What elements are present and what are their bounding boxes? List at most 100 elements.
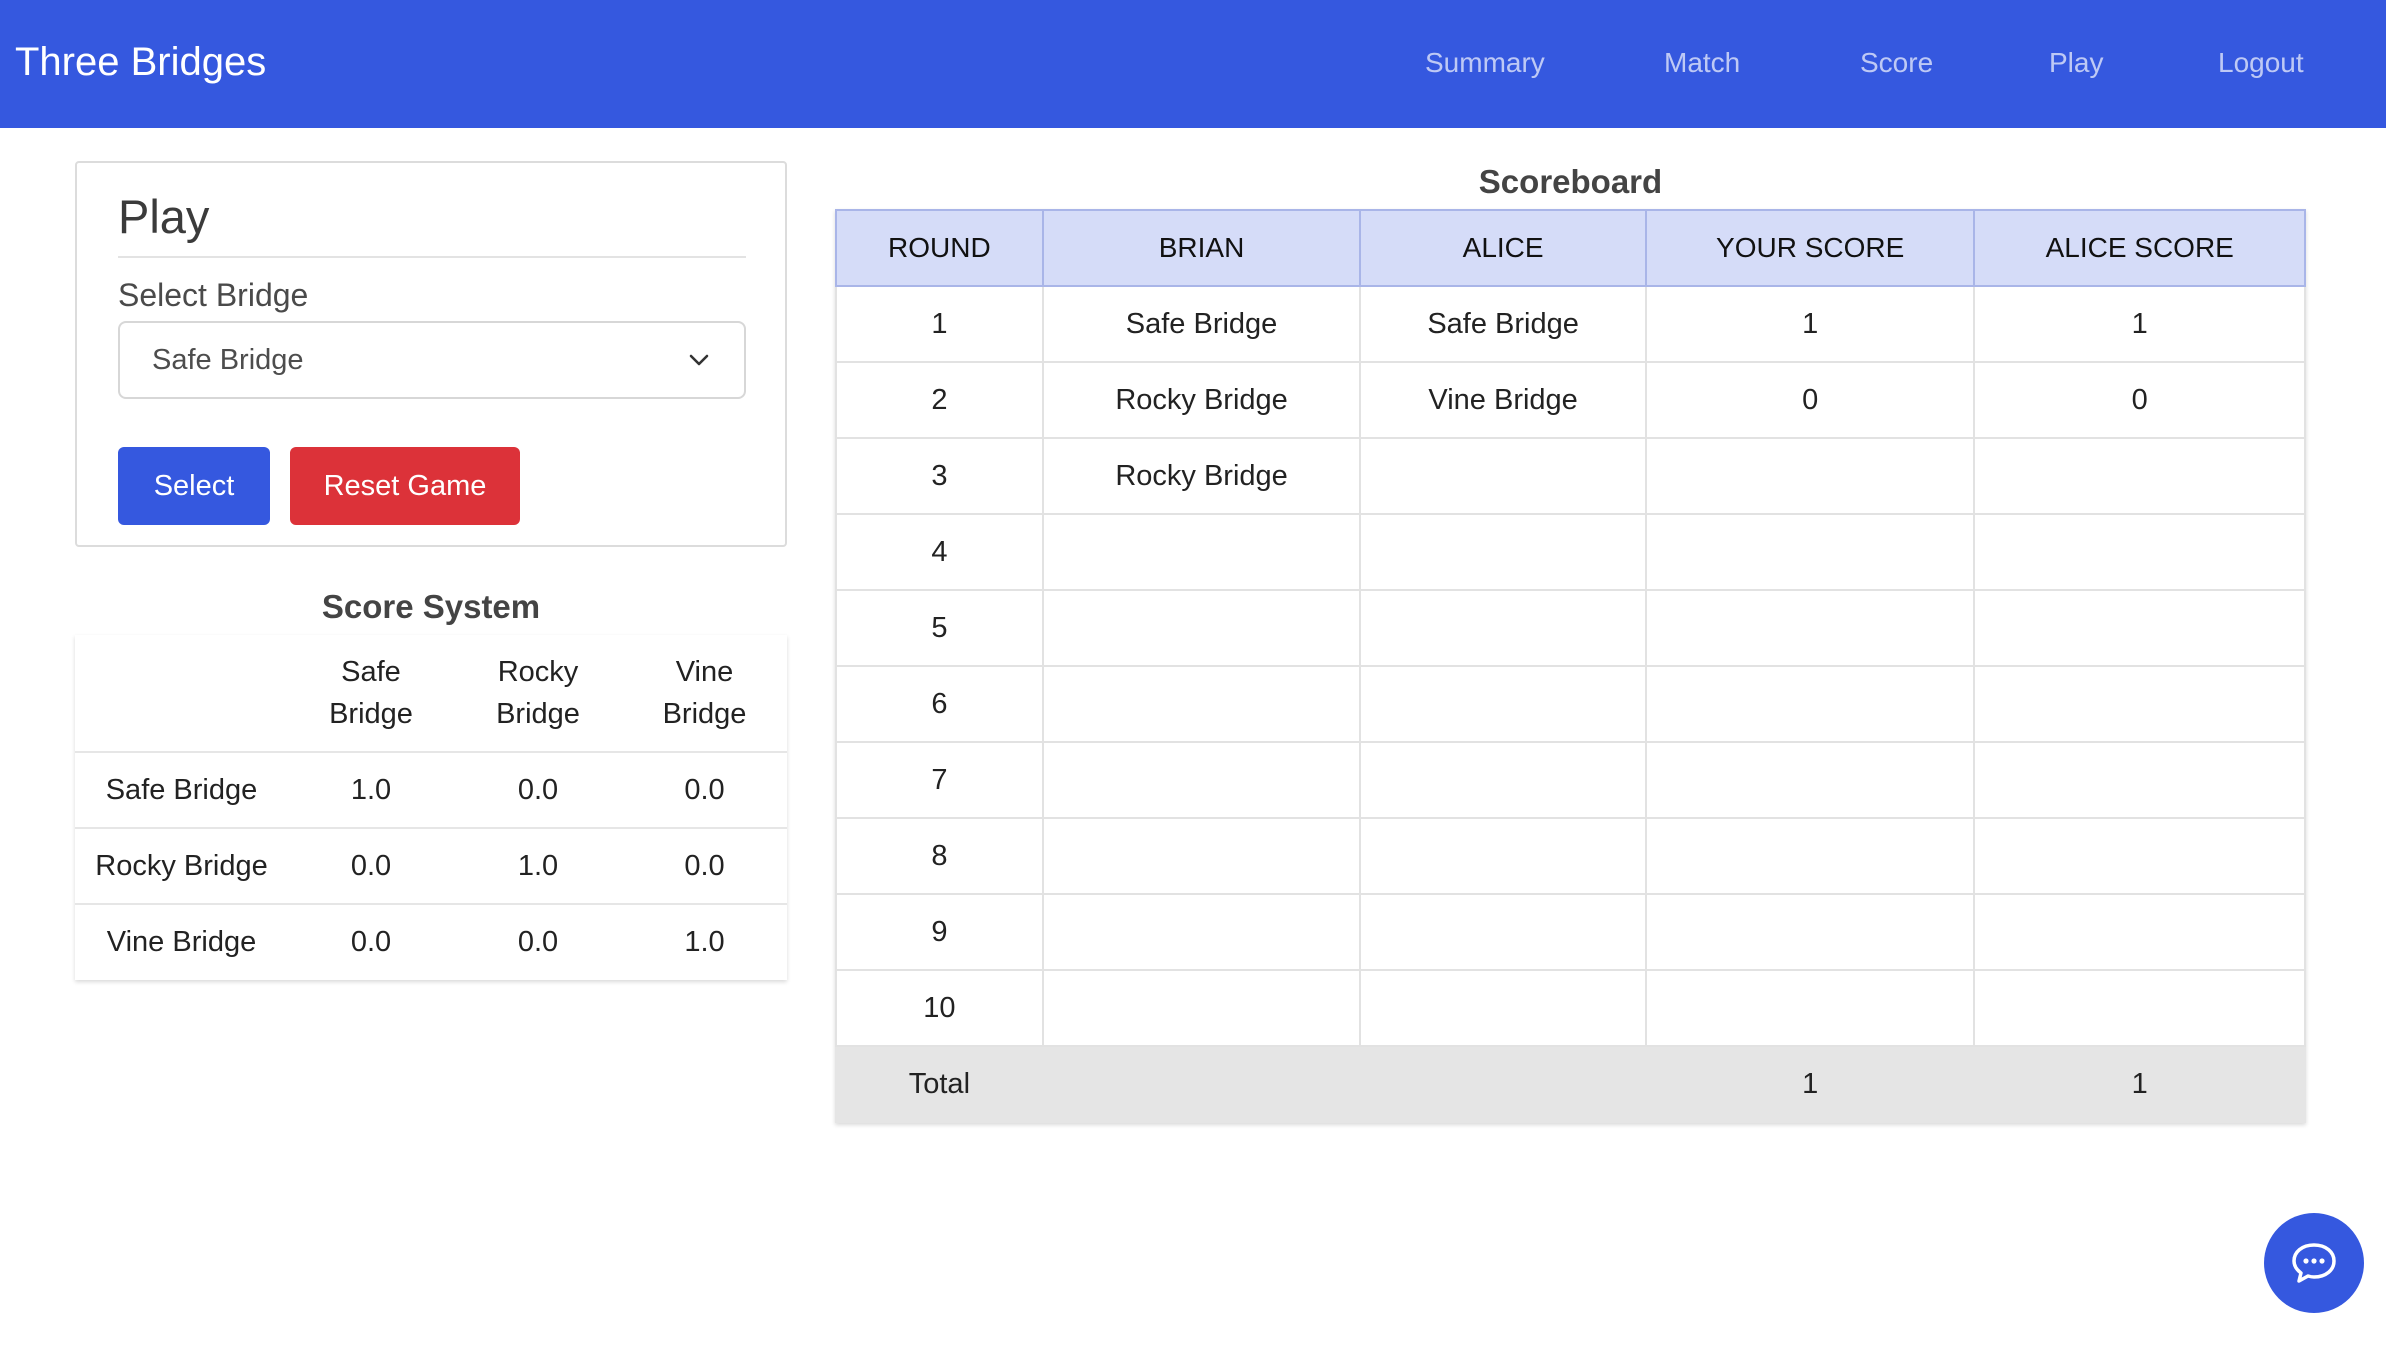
table-row: 3 Rocky Bridge	[835, 437, 2306, 515]
header-alice-score: ALICE SCORE	[1973, 209, 2306, 287]
table-cell: 1	[835, 285, 1044, 363]
table-cell	[1973, 969, 2306, 1047]
table-cell: Safe Bridge	[1359, 285, 1647, 363]
play-card: Play Select Bridge Safe Bridge Select Re…	[75, 161, 787, 547]
table-cell: 0.0	[350, 926, 392, 958]
score-system-title: Score System	[321, 588, 541, 625]
nav-summary[interactable]: Summary	[1425, 38, 1545, 88]
table-cell	[1359, 741, 1647, 819]
table-cell: 2	[835, 361, 1044, 439]
table-row: 5	[835, 589, 2306, 667]
table-cell: Rocky Bridge	[75, 828, 288, 905]
table-cell: Rocky Bridge	[1041, 437, 1362, 515]
chevron-down-icon	[689, 354, 709, 366]
table-row: 4	[835, 513, 2306, 591]
table-cell: 1.0	[684, 926, 725, 958]
bridge-select[interactable]: Safe Bridge	[118, 321, 746, 399]
table-cell: 8	[835, 817, 1044, 895]
table-cell: 5	[835, 589, 1044, 667]
table-cell	[1973, 817, 2306, 895]
table-row: 8	[835, 817, 2306, 895]
table-cell: 1.0	[454, 828, 622, 905]
header-your-score: YOUR SCORE	[1644, 209, 1976, 287]
table-cell: 0.0	[622, 752, 787, 829]
total-alice-score: 1	[1973, 1045, 2306, 1123]
header-cell: Safe Bridge	[288, 635, 454, 753]
header-cell: Vine Bridge	[622, 635, 787, 753]
select-button[interactable]: Select	[118, 447, 270, 525]
table-cell	[1359, 513, 1647, 591]
table-header-row: ROUND BRIAN ALICE YOUR SCORE ALICE SCORE	[835, 209, 2306, 287]
nav-score[interactable]: Score	[1860, 38, 1933, 88]
table-cell	[1041, 893, 1362, 971]
scoreboard-table: ROUND BRIAN ALICE YOUR SCORE ALICE SCORE…	[835, 209, 2306, 1123]
table-row: Safe Bridge 1.0 0.0 0.0	[75, 752, 787, 829]
table-cell: 1.0	[288, 752, 454, 829]
table-cell	[1644, 437, 1976, 515]
table-row: 9	[835, 893, 2306, 971]
table-cell: 0.0	[622, 828, 787, 905]
table-cell	[1644, 969, 1976, 1047]
table-cell	[1973, 513, 2306, 591]
table-cell: 1	[1644, 285, 1976, 363]
chat-button[interactable]	[2264, 1213, 2364, 1313]
table-cell	[1644, 665, 1976, 743]
table-cell: Vine Bridge	[106, 926, 257, 958]
table-cell: 0.0	[288, 828, 454, 905]
table-cell	[1644, 513, 1976, 591]
table-row: Rocky Bridge 0.0 1.0 0.0	[75, 828, 787, 905]
table-cell	[1973, 741, 2306, 819]
table-cell	[1359, 589, 1647, 667]
scoreboard-title: Scoreboard	[1478, 163, 1663, 200]
table-cell	[1359, 969, 1647, 1047]
table-header-row: Safe Bridge Rocky Bridge Vine Bridge	[75, 635, 787, 753]
select-bridge-label: Select Bridge	[118, 277, 309, 313]
table-cell	[1041, 513, 1362, 591]
table-cell	[1041, 1045, 1362, 1123]
table-row: 2 Rocky Bridge Vine Bridge 0 0	[835, 361, 2306, 439]
table-cell: 0	[1644, 361, 1976, 439]
table-cell: 0.0	[517, 926, 559, 958]
table-cell	[1359, 893, 1647, 971]
table-cell	[1973, 665, 2306, 743]
table-cell: Vine Bridge	[1359, 361, 1647, 439]
nav-play[interactable]: Play	[2049, 38, 2103, 88]
table-cell	[1359, 665, 1647, 743]
table-cell	[1359, 1045, 1647, 1123]
navbar: Three Bridges Summary Match Score Play L…	[0, 0, 2386, 128]
table-cell	[1041, 665, 1362, 743]
header-alice: ALICE	[1359, 209, 1647, 287]
table-cell	[1973, 437, 2306, 515]
table-cell: Rocky Bridge	[1041, 361, 1362, 439]
table-cell: 3	[835, 437, 1044, 515]
table-cell	[1973, 893, 2306, 971]
nav-logout[interactable]: Logout	[2218, 38, 2304, 88]
header-cell: Rocky Bridge	[454, 635, 622, 753]
table-cell	[1644, 817, 1976, 895]
nav-match[interactable]: Match	[1664, 38, 1740, 88]
total-label: Total	[835, 1045, 1044, 1123]
divider	[118, 256, 746, 258]
table-cell: 0.0	[454, 752, 622, 829]
nav-links: Summary Match Score Play Logout	[0, 38, 2386, 88]
table-cell: 1	[1973, 285, 2306, 363]
table-cell: 6	[835, 665, 1044, 743]
bridge-select-value: Safe Bridge	[152, 344, 304, 376]
table-row: Vine Bridge 0.0 0.0 1.0	[75, 904, 787, 980]
reset-game-button[interactable]: Reset Game	[290, 447, 520, 525]
table-cell	[1644, 589, 1976, 667]
table-row: 6	[835, 665, 2306, 743]
table-cell: Safe Bridge	[1041, 285, 1362, 363]
scoreboard-body: 1 Safe Bridge Safe Bridge 1 1 2 Rocky Br…	[835, 285, 2306, 1123]
header-round: ROUND	[835, 209, 1044, 287]
header-brian: BRIAN	[1041, 209, 1362, 287]
header-cell	[75, 635, 288, 753]
table-cell	[1973, 589, 2306, 667]
table-cell: 9	[835, 893, 1044, 971]
table-cell: 0	[1973, 361, 2306, 439]
table-cell	[1041, 817, 1362, 895]
table-cell	[1041, 969, 1362, 1047]
table-cell: 10	[835, 969, 1044, 1047]
play-title: Play	[118, 190, 210, 243]
table-row: 1 Safe Bridge Safe Bridge 1 1	[835, 285, 2306, 363]
